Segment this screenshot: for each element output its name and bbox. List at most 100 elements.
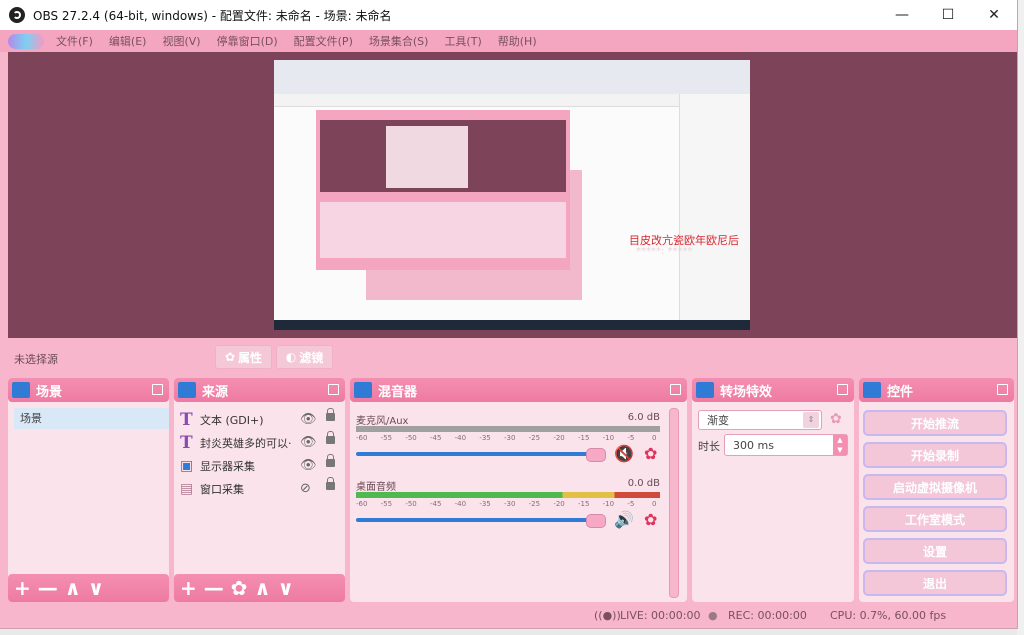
- menu-tools[interactable]: 工具(T): [436, 33, 489, 49]
- source-item[interactable]: T 文本 (GDI+) 👁: [180, 408, 344, 431]
- eye-icon[interactable]: 👁: [300, 412, 317, 427]
- start-virtual-camera-button[interactable]: 启动虚拟摄像机: [863, 474, 1007, 500]
- close-button[interactable]: ✕: [971, 0, 1017, 30]
- volume-meter: [356, 426, 660, 432]
- title-bar: OBS 27.2.4 (64-bit, windows) - 配置文件: 未命名…: [0, 0, 1017, 30]
- menu-profile[interactable]: 配置文件(P): [286, 33, 361, 49]
- minimize-button[interactable]: —: [879, 0, 925, 30]
- undock-icon[interactable]: [997, 384, 1008, 395]
- sources-title: 来源: [202, 384, 229, 400]
- eye-icon[interactable]: 👁: [300, 458, 317, 473]
- menu-help[interactable]: 帮助(H): [490, 33, 545, 49]
- mixer-dock: 混音器 麦克风/Aux 6.0 dB -60 -55 -50 -45 -40 -35 -30…: [350, 378, 687, 602]
- channel-name: 麦克风/Aux: [356, 416, 409, 427]
- transition-select[interactable]: 渐变 ⇕: [698, 410, 822, 430]
- slider-handle[interactable]: [586, 448, 606, 462]
- source-item[interactable]: ▤ 窗口采集 ⊘: [180, 477, 344, 500]
- start-streaming-button[interactable]: 开始推流: [863, 410, 1007, 436]
- theme-badge-icon: [8, 33, 44, 49]
- sources-footer-buttons[interactable]: + — ✿ ∧ ∨: [174, 574, 345, 602]
- meter-tick-label: -25: [528, 500, 541, 508]
- desktop-background-strip: [1017, 0, 1024, 635]
- settings-button[interactable]: 设置: [863, 538, 1007, 564]
- rec-status: REC: 00:00:00: [728, 609, 807, 622]
- meter-tick-label: -15: [578, 434, 590, 442]
- window-controls: — ☐ ✕: [879, 0, 1017, 30]
- speaker-icon[interactable]: 🔊: [614, 510, 634, 529]
- captured-taskbar: [274, 320, 750, 330]
- menu-bar: 文件(F) 编辑(E) 视图(V) 停靠窗口(D) 配置文件(P) 场景集合(S…: [0, 30, 1017, 52]
- meter-tick-label: -30: [504, 500, 516, 508]
- text-source-icon: T: [180, 409, 193, 430]
- lock-icon[interactable]: [326, 408, 335, 421]
- controls-header: 控件: [859, 378, 1014, 402]
- preview-area[interactable]: 目皮改亢瓷欧年欧尼后 *****: *****: [8, 52, 1017, 338]
- meter-tick-label: 0: [652, 434, 657, 442]
- meter-tick-label: -60: [356, 500, 368, 508]
- eye-hidden-icon[interactable]: ⊘: [300, 481, 311, 496]
- duration-field[interactable]: 300 ms ▲ ▼: [724, 434, 848, 456]
- list-icon: [12, 382, 30, 398]
- captured-preview: [320, 120, 566, 192]
- undock-icon[interactable]: [328, 384, 339, 395]
- maximize-button[interactable]: ☐: [925, 0, 971, 30]
- exit-button[interactable]: 退出: [863, 570, 1007, 596]
- menu-docks[interactable]: 停靠窗口(D): [209, 33, 286, 49]
- transitions-dock: 转场特效 渐变 ⇕ ✿ 时长 300 ms ▲ ▼: [692, 378, 854, 602]
- spinbox-arrows-icon[interactable]: ▲ ▼: [833, 435, 847, 455]
- scenes-footer-buttons[interactable]: + — ∧ ∨: [8, 574, 169, 602]
- undock-icon[interactable]: [152, 384, 163, 395]
- volume-slider[interactable]: [356, 448, 606, 462]
- studio-mode-button[interactable]: 工作室模式: [863, 506, 1007, 532]
- meter-tick-label: -5: [627, 500, 635, 508]
- eye-icon[interactable]: 👁: [300, 435, 317, 450]
- captured-docks: [320, 202, 566, 258]
- meter-tick-label: -50: [405, 434, 417, 442]
- lock-icon[interactable]: [326, 454, 335, 467]
- slider-handle[interactable]: [586, 514, 606, 528]
- controls-icon: [863, 382, 881, 398]
- menu-scene-collection[interactable]: 场景集合(S): [361, 33, 437, 49]
- source-item[interactable]: ▣ 显示器采集 👁: [180, 454, 344, 477]
- live-status: LIVE: 00:00:00: [620, 609, 701, 622]
- mixer-scrollbar[interactable]: [669, 408, 679, 598]
- source-label: 窗口采集: [200, 482, 244, 496]
- chevron-up-down-icon: ⇕: [803, 412, 819, 428]
- source-toolbar: 未选择源 ✿ 属性 ◐ 滤镜: [0, 339, 1017, 377]
- lock-icon[interactable]: [326, 431, 335, 444]
- controls-dock: 控件 开始推流 开始录制 启动虚拟摄像机 工作室模式 设置 退出: [859, 378, 1014, 602]
- scene-list-item[interactable]: 场景: [14, 408, 169, 429]
- meter-tick-label: -40: [454, 500, 467, 508]
- mixer-title: 混音器: [378, 384, 418, 400]
- volume-slider[interactable]: [356, 514, 606, 528]
- lock-icon[interactable]: [326, 477, 335, 490]
- undock-icon[interactable]: [670, 384, 681, 395]
- overlay-text-gray: *****: *****: [636, 246, 693, 257]
- meter-tick-label: -40: [454, 434, 467, 442]
- source-item[interactable]: T 封炎英雄多的可以· 👁: [180, 431, 344, 454]
- scenes-header: 场景: [8, 378, 169, 402]
- meter-tick-label: -35: [479, 500, 491, 508]
- scenes-dock: 场景 场景 + — ∧ ∨: [8, 378, 169, 602]
- meter-tick-label: -35: [479, 434, 491, 442]
- channel-db: 6.0 dB: [627, 412, 660, 423]
- gear-icon[interactable]: ✿: [830, 411, 842, 427]
- mixer-header: 混音器: [350, 378, 687, 402]
- menu-file[interactable]: 文件(F): [48, 33, 101, 49]
- transition-icon: [696, 382, 714, 398]
- captured-browser-tabs: [274, 60, 750, 94]
- filters-button[interactable]: ◐ 滤镜: [276, 345, 333, 369]
- meter-tick-label: -55: [380, 500, 393, 508]
- meter-tick-label: -20: [553, 500, 565, 508]
- menu-edit[interactable]: 编辑(E): [101, 33, 155, 49]
- menu-view[interactable]: 视图(V): [154, 33, 208, 49]
- captured-side-panel: [679, 94, 750, 320]
- gear-icon[interactable]: ✿: [644, 444, 657, 463]
- gear-icon[interactable]: ✿: [644, 510, 657, 529]
- gear-icon: ✿: [224, 350, 236, 364]
- undock-icon[interactable]: [837, 384, 848, 395]
- start-recording-button[interactable]: 开始录制: [863, 442, 1007, 468]
- muted-speaker-icon[interactable]: 🔇: [614, 444, 634, 463]
- meter-tick-label: -5: [627, 434, 635, 442]
- properties-button[interactable]: ✿ 属性: [215, 345, 272, 369]
